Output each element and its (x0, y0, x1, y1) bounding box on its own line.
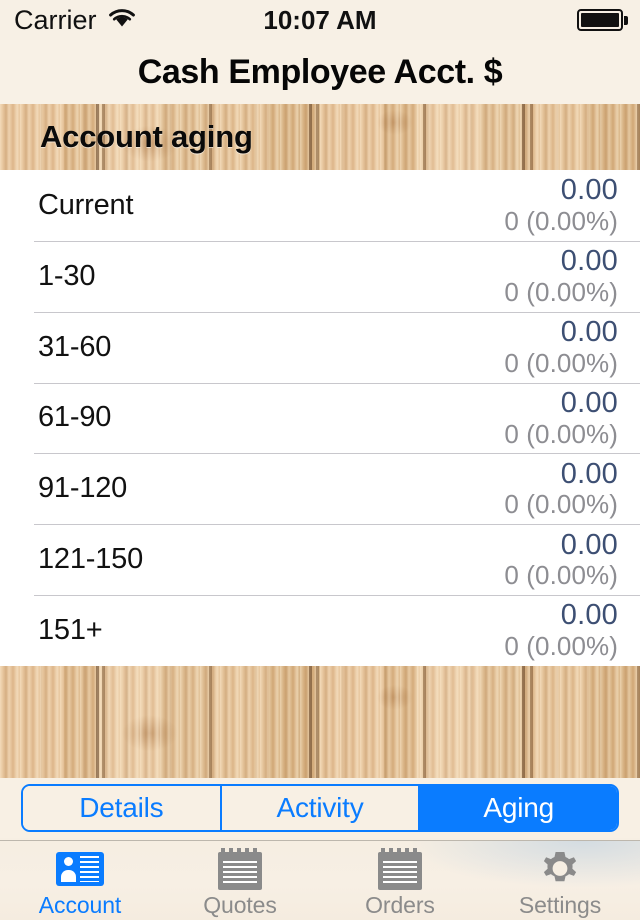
segmented-control-bar: Details Activity Aging (0, 778, 640, 838)
tab-label: Orders (365, 892, 435, 918)
tab-orders[interactable]: Orders (320, 841, 480, 920)
app-screen: Carrier 10:07 AM Cash Employee Acct. $ A… (0, 0, 640, 920)
aging-row[interactable]: 91-120 0.00 0 (0.00%) (0, 453, 640, 525)
status-bar-clock: 10:07 AM (263, 4, 377, 35)
aging-row-values: 0.00 0 (0.00%) (504, 457, 618, 520)
segment-aging[interactable]: Aging (420, 786, 617, 830)
aging-list: Current 0.00 0 (0.00%) 1-30 0.00 0 (0.00%) 31-… (0, 170, 640, 666)
aging-row[interactable]: 61-90 0.00 0 (0.00%) (0, 382, 640, 454)
tab-label: Quotes (203, 892, 277, 918)
segmented-control[interactable]: Details Activity Aging (21, 784, 619, 832)
aging-row-label: 151+ (38, 613, 103, 646)
battery-icon (577, 9, 628, 31)
aging-row-amount: 0.00 (560, 599, 618, 632)
aging-row-label: 121-150 (38, 543, 144, 576)
tab-bar: Account Quotes Orders Settings (0, 840, 640, 920)
aging-row-label: 1-30 (38, 259, 96, 292)
aging-row-detail: 0 (0.00%) (504, 276, 618, 307)
aging-row-values: 0.00 0 (0.00%) (504, 388, 618, 448)
section-header-wood-banner: Account aging (0, 104, 640, 170)
tab-settings[interactable]: Settings (480, 841, 640, 920)
aging-row-label: 91-120 (38, 472, 128, 505)
aging-row-detail: 0 (0.00%) (504, 631, 618, 662)
status-bar: Carrier 10:07 AM (0, 0, 640, 40)
aging-row-detail: 0 (0.00%) (504, 206, 618, 237)
aging-row-detail: 0 (0.00%) (504, 418, 618, 449)
tab-label: Settings (518, 892, 602, 918)
tab-account[interactable]: Account (0, 841, 160, 920)
aging-row-amount: 0.00 (560, 386, 618, 419)
aging-row[interactable]: 31-60 0.00 0 (0.00%) (0, 311, 640, 383)
page-title: Cash Employee Acct. $ (137, 52, 503, 91)
aging-row[interactable]: Current 0.00 0 (0.00%) (0, 170, 640, 241)
segment-activity[interactable]: Activity (221, 786, 421, 830)
footer-wood-banner (0, 666, 640, 778)
tab-quotes[interactable]: Quotes (160, 841, 320, 920)
gear-icon (537, 849, 583, 889)
aging-row-values: 0.00 0 (0.00%) (504, 175, 618, 235)
aging-row-label: Current (38, 188, 134, 221)
aging-row-amount: 0.00 (560, 528, 618, 561)
aging-row-amount: 0.00 (560, 245, 618, 278)
aging-row-values: 0.00 0 (0.00%) (504, 246, 618, 306)
aging-row[interactable]: 151+ 0.00 0 (0.00%) (0, 595, 640, 666)
aging-row-detail: 0 (0.00%) (504, 347, 618, 378)
aging-row[interactable]: 1-30 0.00 0 (0.00%) (0, 240, 640, 312)
aging-row-detail: 0 (0.00%) (504, 489, 618, 520)
aging-row-label: 31-60 (38, 330, 112, 363)
aging-row-detail: 0 (0.00%) (504, 560, 618, 591)
notepad-icon (218, 848, 262, 890)
id-card-icon (56, 849, 104, 889)
aging-row[interactable]: 121-150 0.00 0 (0.00%) (0, 524, 640, 596)
aging-row-amount: 0.00 (560, 315, 618, 348)
segment-details[interactable]: Details (23, 786, 222, 830)
section-header-label: Account aging (40, 119, 253, 154)
aging-row-amount: 0.00 (560, 174, 618, 207)
notepad-icon (378, 848, 422, 890)
aging-row-values: 0.00 0 (0.00%) (504, 600, 618, 660)
aging-row-amount: 0.00 (560, 457, 618, 490)
aging-row-values: 0.00 0 (0.00%) (504, 528, 618, 591)
aging-row-label: 61-90 (38, 401, 112, 434)
navigation-bar: Cash Employee Acct. $ (0, 40, 640, 104)
aging-row-values: 0.00 0 (0.00%) (504, 317, 618, 377)
tab-label: Account (38, 892, 122, 918)
